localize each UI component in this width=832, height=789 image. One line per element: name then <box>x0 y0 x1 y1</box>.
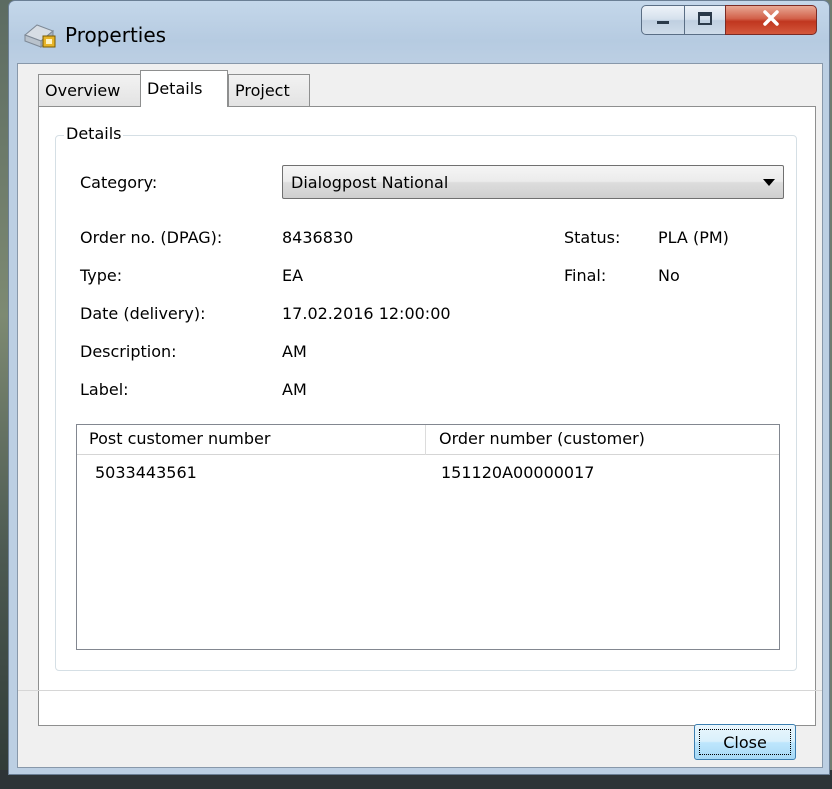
order-number-customer-cell: 151120A00000017 <box>441 463 595 482</box>
dialog-body: Overview Details Project Details Categor… <box>17 63 823 768</box>
title-bar[interactable]: Properties <box>9 1 829 65</box>
category-dropdown[interactable]: Dialogpost National <box>282 165 784 199</box>
tab-project[interactable]: Project <box>228 74 310 106</box>
label-label: Label: <box>80 380 129 399</box>
minimize-icon <box>655 11 671 30</box>
status-value: PLA (PM) <box>658 228 729 247</box>
type-label: Type: <box>80 266 123 285</box>
label-value: AM <box>282 380 307 399</box>
maximize-icon <box>697 11 713 30</box>
status-label: Status: <box>564 228 621 247</box>
category-selected-value: Dialogpost National <box>291 173 449 192</box>
type-value: EA <box>282 266 304 285</box>
close-button[interactable]: Close <box>694 724 796 760</box>
order-no-value: 8436830 <box>282 228 354 247</box>
maximize-button[interactable] <box>684 5 726 35</box>
tab-details[interactable]: Details <box>140 70 228 107</box>
date-delivery-value: 17.02.2016 12:00:00 <box>282 304 451 323</box>
properties-icon <box>23 21 59 49</box>
minimize-button[interactable] <box>641 5 685 35</box>
tab-project-label: Project <box>235 81 290 100</box>
post-customer-number-cell: 5033443561 <box>95 463 197 482</box>
details-tab-panel: Details Category: Dialogpost National Or… <box>38 106 816 726</box>
customer-numbers-list[interactable]: Post customer number Order number (custo… <box>76 424 780 650</box>
tab-details-label: Details <box>147 79 203 98</box>
tab-overview[interactable]: Overview <box>38 74 141 106</box>
details-groupbox: Details Category: Dialogpost National Or… <box>55 124 797 671</box>
category-label: Category: <box>80 173 158 192</box>
footer-divider <box>18 690 822 691</box>
close-window-button[interactable] <box>725 5 817 35</box>
description-value: AM <box>282 342 307 361</box>
description-label: Description: <box>80 342 177 361</box>
column-header-post-customer-number[interactable]: Post customer number <box>89 429 270 448</box>
focus-rectangle <box>699 729 791 755</box>
window-title: Properties <box>65 23 167 47</box>
column-header-order-number-customer[interactable]: Order number (customer) <box>439 429 645 448</box>
date-delivery-label: Date (delivery): <box>80 304 206 323</box>
final-label: Final: <box>564 266 607 285</box>
properties-window: Properties Overview Details Project Deta… <box>8 0 830 775</box>
groupbox-title: Details <box>64 124 124 143</box>
final-value: No <box>658 266 680 285</box>
column-divider[interactable] <box>425 425 426 455</box>
close-icon <box>761 9 781 31</box>
order-no-label: Order no. (DPAG): <box>80 228 223 247</box>
chevron-down-icon <box>761 174 777 190</box>
tab-overview-label: Overview <box>45 81 121 100</box>
list-header: Post customer number Order number (custo… <box>77 425 779 455</box>
